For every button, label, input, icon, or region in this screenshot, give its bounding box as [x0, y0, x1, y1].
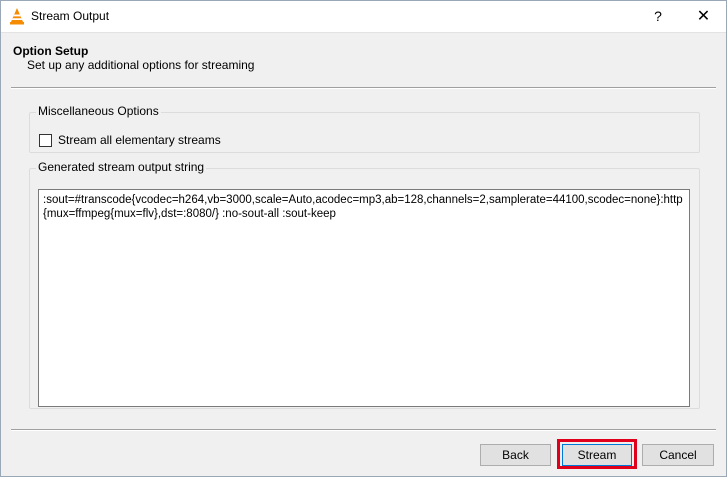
output-string-field[interactable]: :sout=#transcode{vcodec=h264,vb=3000,sca… — [38, 189, 690, 407]
window-title: Stream Output — [31, 9, 110, 23]
misc-options-legend: Miscellaneous Options — [36, 104, 161, 118]
misc-options-group: Miscellaneous Options Stream all element… — [29, 104, 700, 153]
stream-button-highlight — [557, 439, 637, 469]
close-icon[interactable]: ✕ — [681, 1, 726, 32]
output-string-group: Generated stream output string :sout=#tr… — [29, 160, 700, 409]
stream-output-dialog: Stream Output ? ✕ Option Setup Set up an… — [0, 0, 727, 477]
page-title: Option Setup — [13, 44, 89, 58]
page-subtitle: Set up any additional options for stream… — [27, 58, 255, 72]
vlc-cone-icon — [9, 7, 25, 25]
header-divider — [11, 87, 716, 89]
footer-divider — [11, 429, 716, 431]
stream-all-label[interactable]: Stream all elementary streams — [58, 133, 221, 147]
cancel-button[interactable]: Cancel — [642, 444, 714, 466]
back-button[interactable]: Back — [480, 444, 551, 466]
output-string-legend: Generated stream output string — [36, 160, 207, 174]
stream-all-option[interactable]: Stream all elementary streams — [39, 133, 221, 147]
stream-all-checkbox[interactable] — [39, 133, 52, 147]
wizard-header: Option Setup Set up any additional optio… — [1, 32, 726, 78]
help-icon[interactable]: ? — [641, 1, 675, 32]
title-bar: Stream Output ? ✕ — [1, 1, 726, 32]
